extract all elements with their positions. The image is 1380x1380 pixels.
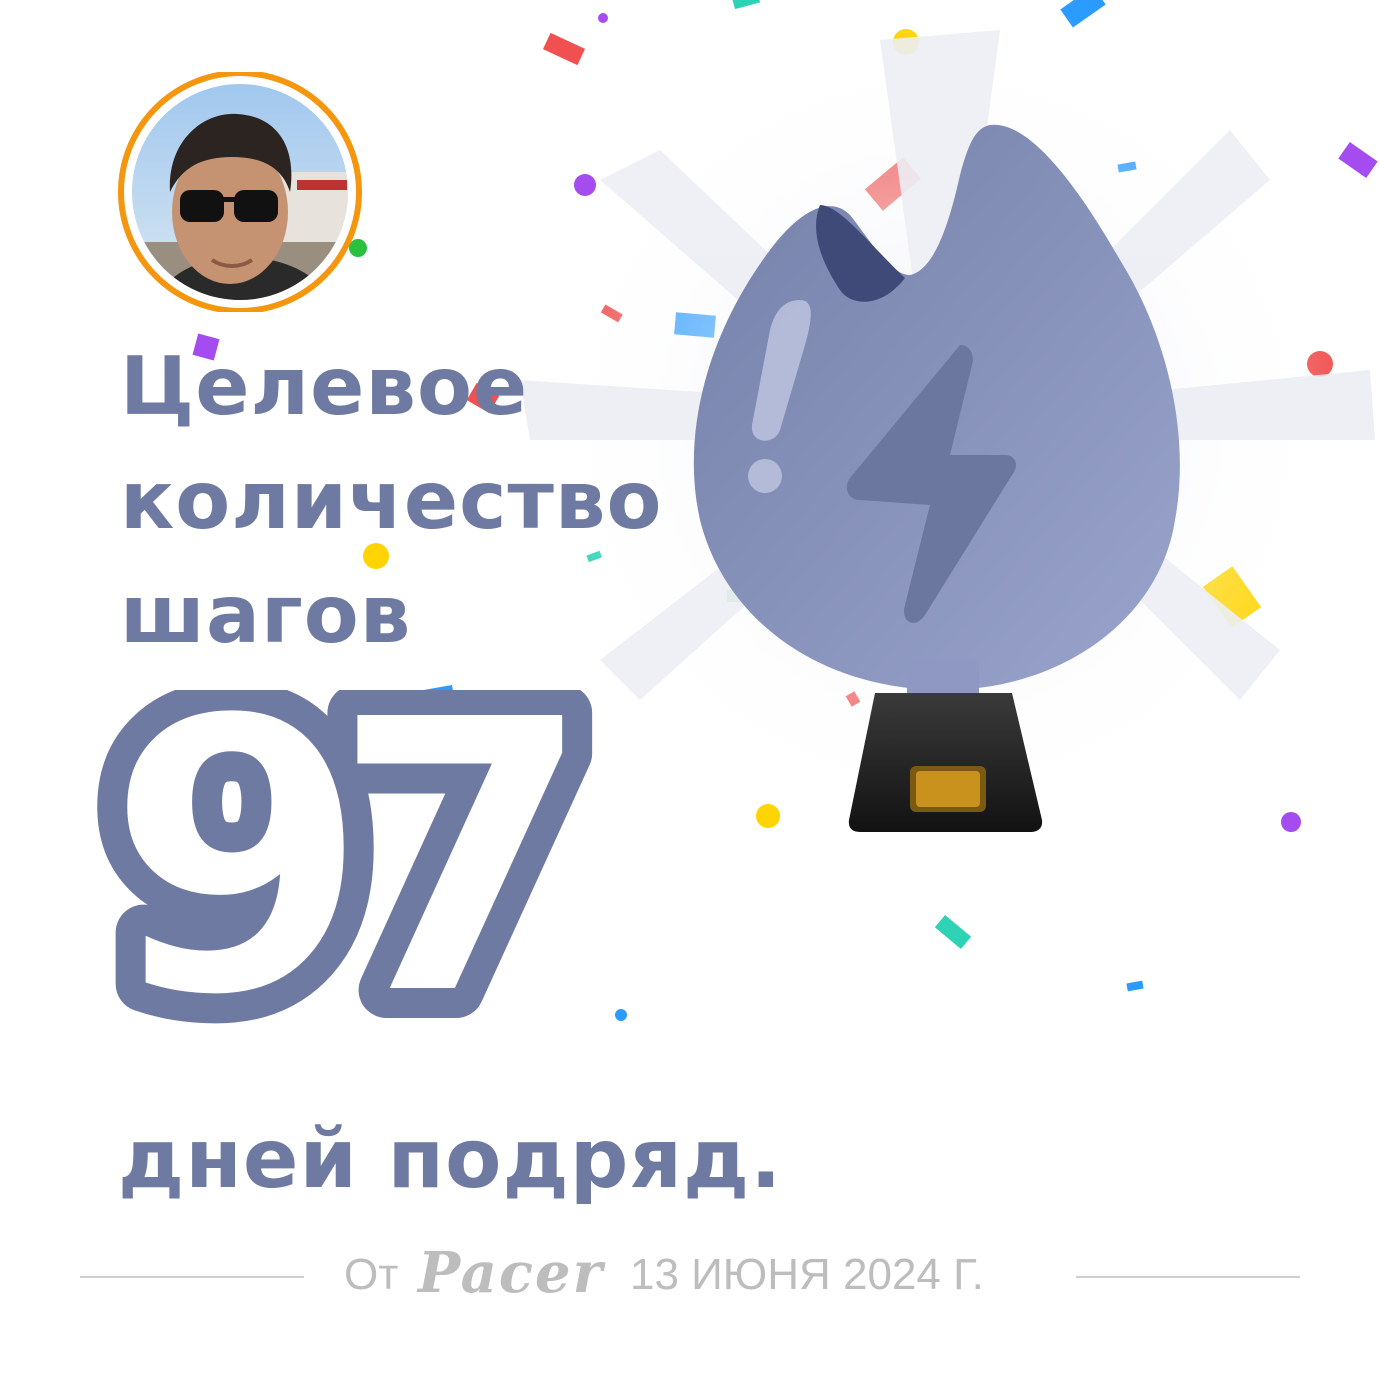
title-line-1: Целевое — [120, 340, 529, 433]
footer-from-label: От — [344, 1250, 399, 1299]
footer: От Pacer 13 ИЮНЯ 2024 Г. — [0, 1240, 1380, 1310]
streak-number: 97 97 — [80, 690, 600, 1070]
title-line-2: количество — [120, 454, 663, 547]
footer-divider-left — [80, 1276, 304, 1278]
streak-number-fill: 97 — [106, 690, 568, 1070]
achievement-title: Целевое количество шагов — [120, 330, 740, 672]
pacer-logo: Pacer — [418, 1240, 605, 1306]
user-avatar — [112, 70, 368, 314]
title-line-3: шагов — [120, 568, 412, 661]
streak-subtitle: дней подряд. — [118, 1112, 783, 1207]
footer-divider-right — [1076, 1276, 1300, 1278]
footer-date: 13 ИЮНЯ 2024 Г. — [630, 1250, 984, 1299]
